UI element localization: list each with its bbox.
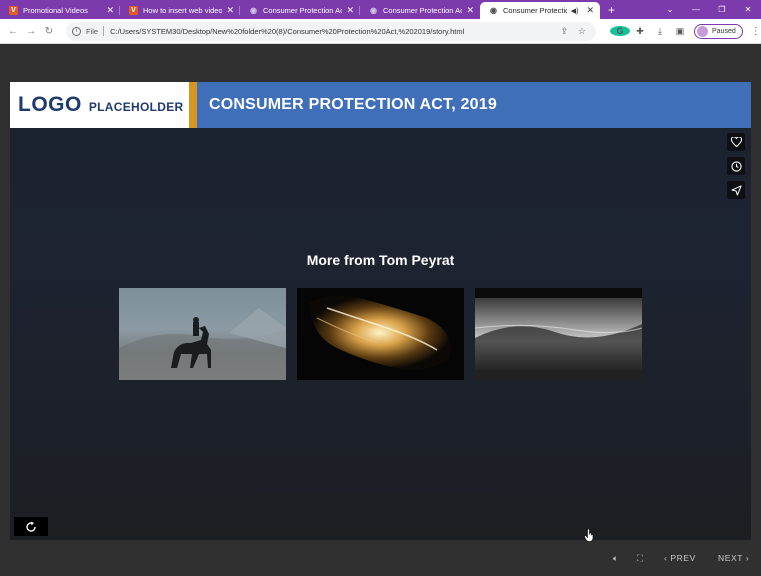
back-arrow-icon[interactable]: ←	[4, 26, 22, 37]
extensions-puzzle-icon[interactable]: ✚	[630, 26, 650, 37]
header-accent-bar	[189, 82, 197, 128]
profile-paused-button[interactable]: Paused	[694, 23, 743, 39]
clock-icon	[730, 160, 742, 172]
browser-toolbar: ← → ↻ i File C:/Users/SYSTEM30/Desktop/N…	[0, 19, 761, 44]
watch-later-button[interactable]	[727, 157, 745, 175]
tab-promotional-videos[interactable]: V Promotional Videos ✕	[0, 2, 120, 19]
globe-favicon-icon: ◉	[250, 6, 257, 15]
close-tab-icon[interactable]: ✕	[106, 5, 114, 16]
scheme-label: File	[86, 26, 99, 36]
restore-icon[interactable]: ❐	[709, 5, 735, 14]
new-tab-button[interactable]: +	[608, 2, 615, 19]
tab-consumer-protection-active[interactable]: ◉ Consumer Protection ◀) ✕	[480, 2, 600, 19]
address-bar[interactable]: i File C:/Users/SYSTEM30/Desktop/New%20f…	[66, 21, 596, 41]
tab-title: How to insert web video	[143, 6, 223, 15]
logo-placeholder: LOGO PLACEHOLDER	[10, 82, 189, 128]
tab-title: Promotional Videos	[23, 6, 88, 15]
minimize-icon[interactable]: —	[683, 5, 709, 14]
fullscreen-icon[interactable]: ⛶	[637, 553, 644, 564]
extensions-area: G ✚ ⤓ ▣	[610, 26, 690, 37]
share-icon[interactable]: ⇪	[560, 26, 568, 37]
tab-how-to-insert[interactable]: V How to insert web video ✕	[120, 2, 240, 19]
share-button[interactable]	[727, 181, 745, 199]
replay-icon	[26, 521, 36, 532]
tab-title: Consumer Protection Act	[383, 6, 463, 15]
next-button[interactable]: NEXT ›	[718, 553, 749, 563]
logo-word: LOGO	[18, 93, 82, 116]
grammarly-icon[interactable]: G	[610, 26, 630, 36]
reload-icon[interactable]: ↻	[40, 26, 58, 37]
forward-arrow-icon[interactable]: →	[22, 26, 40, 37]
horse-rider-thumbnail[interactable]	[119, 288, 286, 380]
story-player: LOGO PLACEHOLDER CONSUMER PROTECTION ACT…	[10, 82, 751, 540]
url-text[interactable]: C:/Users/SYSTEM30/Desktop/New%20folder%2…	[110, 27, 464, 36]
side-panel-icon[interactable]: ▣	[670, 26, 690, 37]
globe-favicon-icon: ◉	[490, 6, 497, 15]
volume-icon[interactable]: 🔈︎	[613, 553, 619, 564]
info-icon[interactable]: i	[72, 26, 81, 36]
chevron-right-icon: ›	[745, 553, 750, 563]
player-controls: 🔈︎ ⛶ ‹ PREV NEXT ›	[0, 543, 761, 576]
chevron-left-icon: ‹	[664, 553, 668, 563]
tab-title: Consumer Protection	[503, 6, 567, 15]
close-window-icon[interactable]: ✕	[735, 5, 761, 14]
close-tab-icon[interactable]: ✕	[466, 5, 474, 16]
close-tab-icon[interactable]: ✕	[586, 5, 594, 16]
like-button[interactable]	[727, 133, 745, 151]
waves-bw-thumbnail[interactable]	[475, 288, 642, 380]
prev-label: PREV	[670, 553, 696, 563]
course-header: LOGO PLACEHOLDER CONSUMER PROTECTION ACT…	[10, 82, 751, 128]
tab-consumer-protection-1[interactable]: ◉ Consumer Protection Act ✕	[240, 2, 360, 19]
liquid-gold-thumbnail[interactable]	[297, 288, 464, 380]
course-title: CONSUMER PROTECTION ACT, 2019	[209, 96, 497, 113]
vimeo-favicon-icon: V	[9, 6, 18, 15]
more-from-title: More from Tom Peyrat	[306, 252, 455, 268]
page-content: LOGO PLACEHOLDER CONSUMER PROTECTION ACT…	[0, 45, 761, 576]
prev-button[interactable]: ‹ PREV	[664, 553, 696, 563]
hand-cursor-icon	[584, 528, 594, 547]
tab-consumer-protection-2[interactable]: ◉ Consumer Protection Act ✕	[360, 2, 480, 19]
close-tab-icon[interactable]: ✕	[226, 5, 234, 16]
download-icon[interactable]: ⤓	[650, 26, 670, 37]
profile-status: Paused	[712, 27, 736, 35]
browser-tab-bar: V Promotional Videos ✕ V How to insert w…	[0, 0, 761, 19]
window-controls: ⌄ — ❐ ✕	[657, 0, 761, 19]
heart-icon	[730, 137, 742, 147]
tab-audio-icon[interactable]: ◀)	[571, 7, 579, 15]
globe-favicon-icon: ◉	[370, 6, 377, 15]
bookmark-star-icon[interactable]: ☆	[578, 26, 586, 37]
tab-search-icon[interactable]: ⌄	[657, 5, 683, 14]
menu-kebab-icon[interactable]: ⋮	[751, 26, 761, 37]
replay-button[interactable]	[14, 517, 48, 536]
send-icon	[730, 184, 742, 196]
close-tab-icon[interactable]: ✕	[346, 5, 354, 16]
vimeo-favicon-icon: V	[129, 6, 138, 15]
tab-title: Consumer Protection Act	[263, 6, 343, 15]
next-label: NEXT	[718, 553, 743, 563]
avatar	[697, 25, 708, 37]
logo-sub: PLACEHOLDER	[88, 100, 184, 114]
